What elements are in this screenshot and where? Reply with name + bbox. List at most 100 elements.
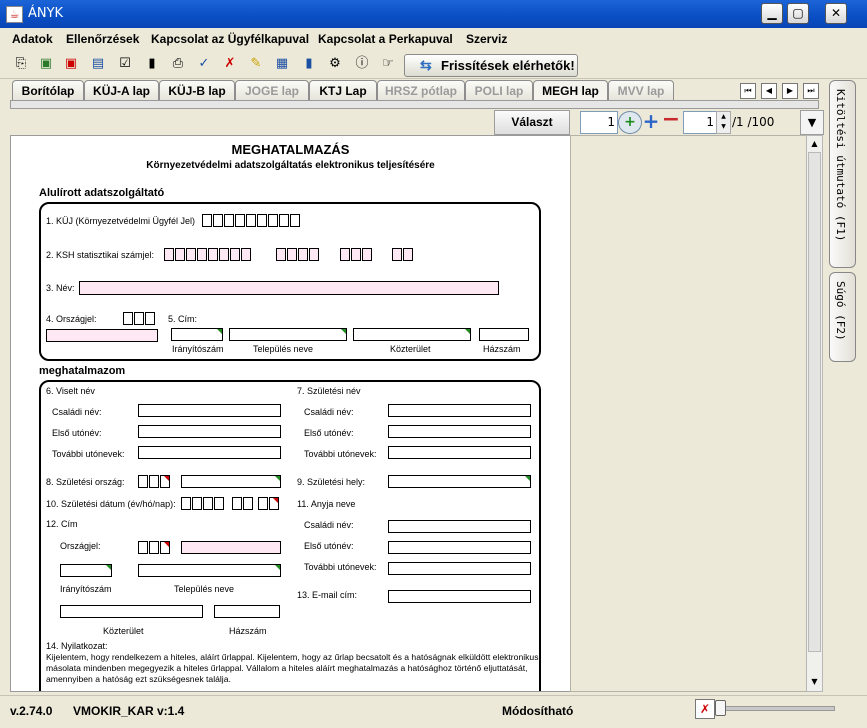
kuj-field[interactable] xyxy=(202,214,301,227)
save-icon[interactable]: ▤ xyxy=(89,55,107,73)
delete-file-icon[interactable]: ▣ xyxy=(62,55,80,73)
orszag-nev-field[interactable] xyxy=(46,329,158,342)
java-icon: ☕ xyxy=(6,6,23,23)
plus-icon[interactable]: + xyxy=(641,110,661,132)
menu-ugyfelkapu[interactable]: Kapcsolat az Ügyfélkapuval xyxy=(151,32,309,46)
ksh-field-3[interactable] xyxy=(340,248,373,261)
scroll-down-icon[interactable]: ▼ xyxy=(808,675,821,688)
next-tab-icon[interactable]: ▶ xyxy=(782,83,798,99)
tab-ktj[interactable]: KTJ Lap xyxy=(309,80,377,102)
first-tab-icon[interactable]: ⏮ xyxy=(740,83,756,99)
refresh-updates-button[interactable]: ⇆ Frissítések elérhetők! xyxy=(404,54,578,77)
szul-elso-utonev-field[interactable] xyxy=(388,425,531,438)
page-count: /1 /100 xyxy=(732,115,775,129)
hazszam-field[interactable] xyxy=(479,328,529,341)
szul-datum-ev-field[interactable] xyxy=(181,497,225,510)
szul-csaladi-nev-field[interactable] xyxy=(388,404,531,417)
prev-tab-icon[interactable]: ◀ xyxy=(761,83,777,99)
edit-icon[interactable]: ✎ xyxy=(247,55,265,73)
szul-datum-nap-field[interactable] xyxy=(258,497,280,510)
szul-tovabbi-utonevek-field[interactable] xyxy=(388,446,531,459)
viselt-tovabbi-utonevek-field[interactable] xyxy=(138,446,281,459)
iranyitoszam-field[interactable] xyxy=(171,328,223,341)
cim-hazszam-field[interactable] xyxy=(214,605,280,618)
orszagjel-field[interactable] xyxy=(123,312,156,325)
anyja-csaladi-nev-field[interactable] xyxy=(388,520,531,533)
tools-icon[interactable]: ⚙ xyxy=(326,55,344,73)
menu-ellenorzesek[interactable]: Ellenőrzések xyxy=(66,32,139,46)
chevron-down-icon[interactable]: ▼ xyxy=(800,110,824,135)
tab-mvv[interactable]: MVV lap xyxy=(608,80,674,102)
zoom-slider[interactable] xyxy=(715,700,835,716)
anyja-elso-utonev-field[interactable] xyxy=(388,541,531,554)
minus-icon[interactable]: − xyxy=(661,109,681,132)
cim-telepules-field[interactable] xyxy=(138,564,281,577)
minimize-icon[interactable]: ▁ xyxy=(761,3,783,24)
error-icon[interactable]: ✗ xyxy=(695,699,715,719)
kozterulet-field[interactable] xyxy=(353,328,471,341)
menu-bar: Adatok Ellenőrzések Kapcsolat az Ügyfélk… xyxy=(0,28,867,51)
help-side-tab[interactable]: Súgó (F2) xyxy=(829,272,856,362)
ksh-field-4[interactable] xyxy=(392,248,414,261)
info-icon[interactable]: ⓘ xyxy=(353,55,371,73)
telepules-field[interactable] xyxy=(229,328,347,341)
cancel-icon[interactable]: ✗ xyxy=(221,55,239,73)
maximize-icon[interactable]: ▢ xyxy=(787,3,809,24)
tab-hrsz[interactable]: HRSZ pótlap xyxy=(377,80,465,102)
cim-orszagjel-field[interactable] xyxy=(138,541,171,554)
szul-hely-field[interactable] xyxy=(388,475,531,488)
add-page-icon[interactable]: + xyxy=(618,111,642,134)
bookmark-icon[interactable]: ▮ xyxy=(143,55,161,73)
ksh-label: 2. KSH statisztikai számjel: xyxy=(46,250,155,260)
email-field[interactable] xyxy=(388,590,531,603)
szul-orszag-code-field[interactable] xyxy=(138,475,171,488)
vertical-scrollbar[interactable]: ▲ ▼ xyxy=(806,135,823,692)
page-spinner-field[interactable]: 1 xyxy=(683,111,718,134)
scroll-thumb[interactable] xyxy=(808,152,821,652)
battery-icon[interactable]: ▮ xyxy=(300,55,318,73)
scroll-up-icon[interactable]: ▲ xyxy=(808,137,821,150)
tab-megh[interactable]: MEGH lap xyxy=(533,80,608,102)
print-icon[interactable]: ⎙ xyxy=(169,55,187,73)
check-icon[interactable]: ✓ xyxy=(195,55,213,73)
viselt-csaladi-nev-field[interactable] xyxy=(138,404,281,417)
last-tab-icon[interactable]: ⏭ xyxy=(803,83,819,99)
checklist-icon[interactable]: ☑ xyxy=(116,55,134,73)
viselt-elso-utonev-field[interactable] xyxy=(138,425,281,438)
menu-adatok[interactable]: Adatok xyxy=(12,32,53,46)
close-icon[interactable]: ✕ xyxy=(825,3,847,24)
pointer-icon[interactable]: ☞ xyxy=(379,55,397,73)
cim-iranyitoszam-field[interactable] xyxy=(60,564,112,577)
menu-szerviz[interactable]: Szerviz xyxy=(466,32,507,46)
open-icon[interactable]: ▣ xyxy=(37,55,55,73)
tab-boritolap[interactable]: Borítólap xyxy=(12,80,84,102)
szul-datum-ho-field[interactable] xyxy=(232,497,254,510)
cim-kozterulet-field[interactable] xyxy=(60,605,203,618)
guide-side-tab[interactable]: Kitöltési útmutató (F1) xyxy=(829,80,856,268)
tab-joge[interactable]: JOGE lap xyxy=(235,80,309,102)
calculator-icon[interactable]: ▦ xyxy=(273,55,291,73)
tab-kuj-b[interactable]: KÜJ-B lap xyxy=(159,80,235,102)
tab-poli[interactable]: POLI lap xyxy=(465,80,533,102)
slider-thumb[interactable] xyxy=(715,700,726,716)
szul-orszag-field[interactable] xyxy=(181,475,281,488)
ksh-field-2[interactable] xyxy=(276,248,320,261)
select-button[interactable]: Választ xyxy=(494,110,570,135)
tab-kuj-a[interactable]: KÜJ-A lap xyxy=(84,80,159,102)
tab-scrollbar[interactable] xyxy=(10,100,819,109)
nev-field[interactable] xyxy=(79,281,499,295)
anyja-tovabbi-utonevek-label: További utónevek: xyxy=(304,562,377,572)
anyja-tovabbi-utonevek-field[interactable] xyxy=(388,562,531,575)
form-subtitle: Környezetvédelmi adatszolgáltatás elektr… xyxy=(146,160,435,171)
menu-perkapu[interactable]: Kapcsolat a Perkapuval xyxy=(318,32,453,46)
iranyitoszam-label: Irányítószám xyxy=(172,344,224,354)
section1-heading: Alulírott adatszolgáltató xyxy=(39,187,165,199)
cim-orszag-nev-field[interactable] xyxy=(181,541,281,554)
copy-icon[interactable]: ⎘ xyxy=(12,55,30,73)
cim12-label: 12. Cím xyxy=(46,519,78,529)
ksh-field-1[interactable] xyxy=(164,248,252,261)
page-number-field[interactable]: 1 xyxy=(580,111,618,134)
spinner-arrows-icon[interactable]: ▲ ▼ xyxy=(716,111,731,134)
nyilatkozat-label: 14. Nyilatkozat: xyxy=(46,641,108,651)
telepules-label: Település neve xyxy=(253,344,314,354)
